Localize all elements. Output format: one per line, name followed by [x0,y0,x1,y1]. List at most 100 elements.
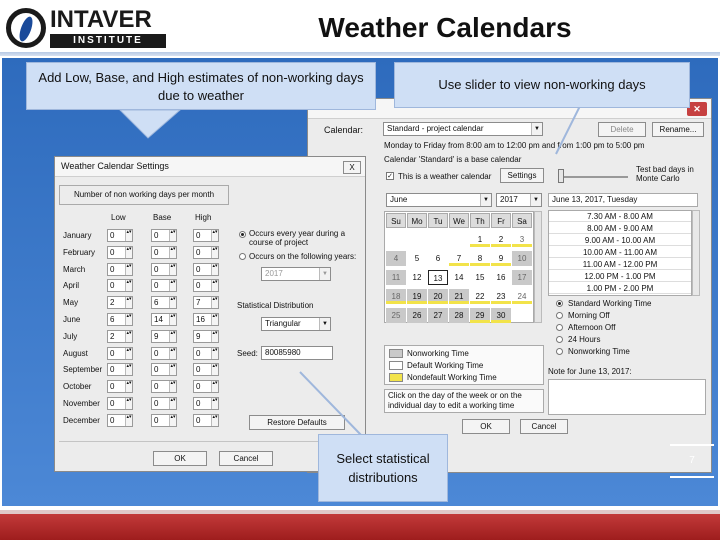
spinner-arrows-icon[interactable]: ▴▾ [169,364,176,376]
estimate-base-spinner[interactable]: 0 ▴▾ [151,413,177,427]
spinner-arrows-icon[interactable]: ▴▾ [125,297,132,309]
time-slot[interactable]: 1.00 PM - 2.00 PM [549,284,691,294]
time-list-scrollbar[interactable] [692,210,700,296]
close-icon[interactable]: ✕ [687,102,707,116]
spinner-arrows-icon[interactable]: ▴▾ [169,398,176,409]
year-select[interactable]: 2017 ▼ [496,193,542,207]
time-slot[interactable]: 12.00 PM - 1.00 PM [549,272,691,282]
occurs-following-radio[interactable] [239,253,246,260]
spinner-arrows-icon[interactable]: ▴▾ [125,280,132,292]
estimate-base-spinner[interactable]: 0 ▴▾ [151,279,177,293]
estimate-base-spinner[interactable]: 0 ▴▾ [151,363,177,377]
calendar-day[interactable]: 10 [512,251,532,266]
day-type-radio[interactable] [556,324,563,331]
calendar-day[interactable]: 5 [407,251,427,266]
time-slot[interactable]: 9.00 AM - 10.00 AM [549,236,691,246]
weekday-header[interactable]: Tu [428,213,448,228]
calendar-day[interactable]: 8 [470,251,490,266]
spinner-arrows-icon[interactable]: ▴▾ [211,297,218,309]
estimate-base-spinner[interactable]: 0 ▴▾ [151,346,177,360]
calendar-day[interactable]: 7 [449,251,469,266]
delete-button[interactable]: Delete [598,122,646,137]
calendar-day[interactable]: 15 [470,270,490,285]
spinner-arrows-icon[interactable]: ▴▾ [211,398,218,409]
estimate-base-spinner[interactable]: 0 ▴▾ [151,229,177,242]
close-icon[interactable]: X [343,161,361,174]
calendar-day[interactable]: 27 [428,308,448,323]
calendar-day[interactable]: 12 [407,270,427,285]
calendar-day[interactable]: 9 [491,251,511,266]
estimate-low-spinner[interactable]: 6 ▴▾ [107,313,133,326]
calendar-day[interactable]: 19 [407,289,427,304]
note-textarea[interactable] [548,379,706,415]
seed-input[interactable]: 80085980 [261,346,333,360]
estimate-base-spinner[interactable]: 0 ▴▾ [151,380,177,394]
spinner-arrows-icon[interactable]: ▴▾ [169,230,176,241]
estimate-high-spinner[interactable]: 0 ▴▾ [193,279,219,293]
spinner-arrows-icon[interactable]: ▴▾ [169,347,176,359]
spinner-arrows-icon[interactable]: ▴▾ [211,314,218,325]
spinner-arrows-icon[interactable]: ▴▾ [211,381,218,393]
estimate-high-spinner[interactable]: 0 ▴▾ [193,380,219,394]
estimate-high-spinner[interactable]: 0 ▴▾ [193,262,219,276]
spinner-arrows-icon[interactable]: ▴▾ [125,347,132,359]
calendar-day[interactable]: 18 [386,289,406,304]
weekday-header[interactable]: Fr [491,213,511,228]
calendar-scrollbar[interactable] [534,211,542,323]
weekday-header[interactable]: Sa [512,213,532,228]
spinner-arrows-icon[interactable]: ▴▾ [211,230,218,241]
estimate-base-spinner[interactable]: 6 ▴▾ [151,296,177,310]
time-slot-list[interactable]: 7.30 AM - 8.00 AM 8.00 AM - 9.00 AM 9.00 A… [548,210,692,296]
spinner-arrows-icon[interactable]: ▴▾ [125,330,132,342]
year-list[interactable]: 2017 ▼ [261,267,331,281]
spinner-arrows-icon[interactable]: ▴▾ [211,246,218,258]
calendar-day[interactable]: 4 [386,251,406,266]
spinner-arrows-icon[interactable]: ▴▾ [169,297,176,309]
spinner-arrows-icon[interactable]: ▴▾ [169,381,176,393]
time-slot[interactable]: 11.00 AM - 12.00 PM [549,260,691,270]
distribution-select[interactable]: Triangular ▼ [261,317,331,331]
estimate-low-spinner[interactable]: 2 ▴▾ [107,296,133,310]
estimate-low-spinner[interactable]: 2 ▴▾ [107,329,133,343]
calendar-day[interactable]: 21 [449,289,469,304]
calendar-day[interactable]: 3 [512,232,532,247]
spinner-arrows-icon[interactable]: ▴▾ [211,280,218,292]
ok-button[interactable]: OK [462,419,510,434]
spinner-arrows-icon[interactable]: ▴▾ [211,414,218,426]
calendar-day[interactable]: 25 [386,308,406,323]
estimate-base-spinner[interactable]: 0 ▴▾ [151,397,177,410]
estimate-low-spinner[interactable]: 0 ▴▾ [107,262,133,276]
settings-button[interactable]: Settings [500,168,544,183]
calendar-day[interactable]: 26 [407,308,427,323]
calendar-day[interactable]: 20 [428,289,448,304]
estimate-high-spinner[interactable]: 0 ▴▾ [193,397,219,410]
estimate-low-spinner[interactable]: 0 ▴▾ [107,346,133,360]
spinner-arrows-icon[interactable]: ▴▾ [125,364,132,376]
estimate-low-spinner[interactable]: 0 ▴▾ [107,397,133,410]
weather-calendar-checkbox[interactable]: ✓ [386,172,394,180]
spinner-arrows-icon[interactable]: ▴▾ [211,330,218,342]
spinner-arrows-icon[interactable]: ▴▾ [169,330,176,342]
spinner-arrows-icon[interactable]: ▴▾ [125,398,132,409]
spinner-arrows-icon[interactable]: ▴▾ [211,364,218,376]
estimate-high-spinner[interactable]: 9 ▴▾ [193,329,219,343]
restore-defaults-button[interactable]: Restore Defaults [249,415,345,430]
spinner-arrows-icon[interactable]: ▴▾ [125,230,132,241]
estimate-base-spinner[interactable]: 0 ▴▾ [151,262,177,276]
spinner-arrows-icon[interactable]: ▴▾ [125,314,132,325]
time-slot[interactable]: 10.00 AM - 11.00 AM [549,248,691,258]
spinner-arrows-icon[interactable]: ▴▾ [125,246,132,258]
calendar-day[interactable]: 6 [428,251,448,266]
estimate-high-spinner[interactable]: 7 ▴▾ [193,296,219,310]
weekday-header[interactable]: Su [386,213,406,228]
spinner-arrows-icon[interactable]: ▴▾ [169,263,176,275]
estimate-high-spinner[interactable]: 0 ▴▾ [193,363,219,377]
spinner-arrows-icon[interactable]: ▴▾ [169,414,176,426]
calendar-day[interactable]: 2 [491,232,511,247]
estimate-low-spinner[interactable]: 0 ▴▾ [107,363,133,377]
spinner-arrows-icon[interactable]: ▴▾ [211,347,218,359]
estimate-low-spinner[interactable]: 0 ▴▾ [107,279,133,293]
spinner-arrows-icon[interactable]: ▴▾ [211,263,218,275]
weekday-header[interactable]: Th [470,213,490,228]
calendar-day[interactable]: 23 [491,289,511,304]
